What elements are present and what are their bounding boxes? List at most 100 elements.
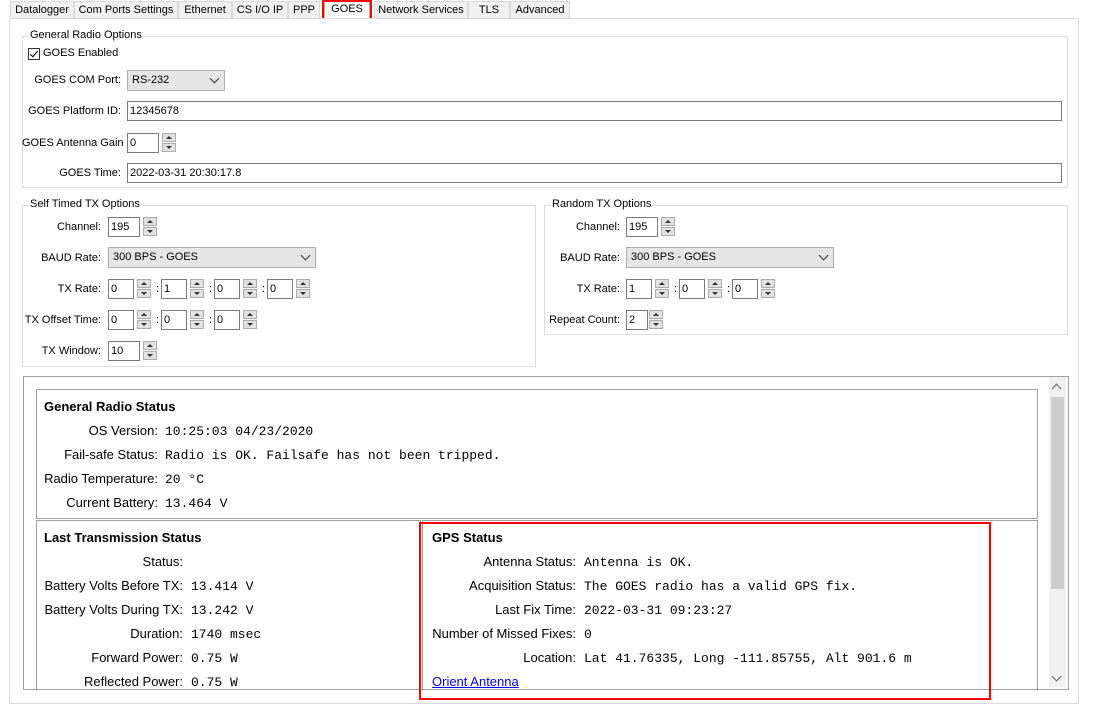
status-label: Forward Power: bbox=[91, 650, 183, 665]
status-value: 10:25:03 04/23/2020 bbox=[165, 424, 314, 439]
antenna-gain-spinner[interactable] bbox=[162, 133, 176, 153]
st-channel-label: Channel: bbox=[56, 221, 101, 233]
colon-separator: : bbox=[209, 283, 213, 295]
rt-tx-rate-label: TX Rate: bbox=[576, 283, 620, 295]
status-label: Status: bbox=[142, 554, 183, 569]
goes-enabled-checkbox[interactable] bbox=[28, 48, 40, 60]
tab-ethernet[interactable]: Ethernet bbox=[178, 1, 232, 19]
com-port-value: RS-232 bbox=[132, 74, 170, 86]
status-label: OS Version: bbox=[88, 423, 158, 438]
tab-ppp[interactable]: PPP bbox=[288, 1, 320, 19]
tab-datalogger[interactable]: Datalogger bbox=[10, 1, 74, 19]
tab-advanced[interactable]: Advanced bbox=[510, 1, 570, 19]
st-tx-offset-minutes[interactable]: 0 bbox=[161, 310, 187, 330]
colon-separator: : bbox=[156, 283, 160, 295]
colon-separator: : bbox=[727, 283, 731, 295]
scrollbar-thumb[interactable] bbox=[1051, 397, 1064, 589]
status-value: 13.242 V bbox=[191, 603, 254, 618]
rt-baud-value: 300 BPS - GOES bbox=[631, 251, 716, 263]
st-tx-window-input[interactable]: 10 bbox=[108, 341, 140, 361]
status-label: Battery Volts During TX: bbox=[44, 602, 184, 617]
colon-separator: : bbox=[674, 283, 678, 295]
st-tx-rate-hours-spinner[interactable] bbox=[190, 279, 204, 299]
status-value: 0.75 W bbox=[191, 651, 238, 666]
antenna-gain-input[interactable]: 0 bbox=[127, 133, 159, 153]
rt-channel-input[interactable]: 195 bbox=[626, 217, 658, 237]
status-value: 0.75 W bbox=[191, 675, 238, 690]
st-tx-offset-label: TX Offset Time: bbox=[24, 314, 101, 326]
st-tx-rate-minutes[interactable]: 0 bbox=[214, 279, 240, 299]
status-scrollbar[interactable] bbox=[1049, 377, 1066, 687]
rt-channel-spinner[interactable] bbox=[661, 217, 675, 237]
status-value: 20 °C bbox=[165, 472, 205, 487]
goes-enabled-label: GOES Enabled bbox=[43, 47, 119, 59]
rt-tx-rate-hours-spinner[interactable] bbox=[655, 279, 669, 299]
rt-tx-rate-minutes[interactable]: 0 bbox=[679, 279, 705, 299]
group-title: Self Timed TX Options bbox=[29, 198, 141, 210]
st-tx-rate-minutes-spinner[interactable] bbox=[243, 279, 257, 299]
colon-separator: : bbox=[209, 314, 213, 326]
st-tx-offset-hours-spinner[interactable] bbox=[137, 310, 151, 330]
random-tx-group: Random TX Options bbox=[544, 198, 1068, 335]
rt-channel-label: Channel: bbox=[575, 221, 620, 233]
st-tx-rate-seconds[interactable]: 0 bbox=[267, 279, 293, 299]
colon-separator: : bbox=[156, 314, 160, 326]
st-tx-window-label: TX Window: bbox=[41, 345, 101, 357]
group-title: Random TX Options bbox=[551, 198, 653, 210]
rt-baud-select[interactable]: 300 BPS - GOES bbox=[626, 247, 834, 268]
rt-tx-rate-hours[interactable]: 1 bbox=[626, 279, 652, 299]
st-tx-offset-seconds[interactable]: 0 bbox=[214, 310, 240, 330]
com-port-select[interactable]: RS-232 bbox=[127, 70, 225, 91]
general-radio-status-title: General Radio Status bbox=[44, 399, 176, 414]
st-tx-rate-hours[interactable]: 1 bbox=[161, 279, 187, 299]
st-baud-value: 300 BPS - GOES bbox=[113, 251, 198, 263]
antenna-gain-label: GOES Antenna Gain bbox=[22, 137, 124, 149]
status-label: Duration: bbox=[130, 626, 183, 641]
st-channel-spinner[interactable] bbox=[143, 217, 157, 237]
rt-tx-rate-minutes-spinner[interactable] bbox=[708, 279, 722, 299]
rt-repeat-input[interactable]: 2 bbox=[626, 310, 648, 330]
rt-baud-label: BAUD Rate: bbox=[560, 252, 620, 264]
rt-repeat-label: Repeat Count: bbox=[549, 314, 620, 326]
status-value: 1740 msec bbox=[191, 627, 262, 642]
scroll-down-icon[interactable] bbox=[1051, 671, 1062, 682]
scroll-up-icon[interactable] bbox=[1051, 383, 1062, 394]
goes-time-label: GOES Time: bbox=[59, 167, 121, 179]
status-value: 13.414 V bbox=[191, 579, 254, 594]
tab-cs-io-ip[interactable]: CS I/O IP bbox=[232, 1, 288, 19]
st-tx-offset-seconds-spinner[interactable] bbox=[243, 310, 257, 330]
group-title: General Radio Options bbox=[29, 29, 143, 41]
gps-status-highlight bbox=[419, 522, 991, 700]
st-baud-select[interactable]: 300 BPS - GOES bbox=[108, 247, 316, 268]
chevron-down-icon bbox=[818, 250, 829, 261]
goes-time-input[interactable]: 2022-03-31 20:30:17.8 bbox=[127, 163, 1062, 183]
rt-repeat-spinner[interactable] bbox=[649, 310, 663, 330]
chevron-down-icon bbox=[209, 73, 220, 84]
last-transmission-status-title: Last Transmission Status bbox=[44, 530, 202, 545]
st-tx-offset-minutes-spinner[interactable] bbox=[190, 310, 204, 330]
st-tx-offset-hours[interactable]: 0 bbox=[108, 310, 134, 330]
status-label: Reflected Power: bbox=[84, 674, 183, 689]
status-value: Radio is OK. Failsafe has not been tripp… bbox=[165, 448, 501, 463]
status-label: Battery Volts Before TX: bbox=[44, 578, 184, 593]
st-tx-window-spinner[interactable] bbox=[143, 341, 157, 361]
status-label: Fail-safe Status: bbox=[64, 447, 158, 462]
rt-tx-rate-seconds[interactable]: 0 bbox=[732, 279, 758, 299]
status-value: 13.464 V bbox=[165, 496, 228, 511]
tab-strip: Datalogger Com Ports Settings Ethernet C… bbox=[0, 0, 1094, 21]
tab-network-services[interactable]: Network Services bbox=[374, 1, 468, 19]
status-label: Radio Temperature: bbox=[44, 471, 158, 486]
last-transmission-status-panel: Last Transmission Status Status: Battery… bbox=[36, 520, 421, 690]
st-tx-rate-seconds-spinner[interactable] bbox=[296, 279, 310, 299]
st-tx-rate-label: TX Rate: bbox=[57, 283, 101, 295]
general-radio-status-panel: General Radio Status OS Version: 10:25:0… bbox=[36, 389, 1038, 519]
chevron-down-icon bbox=[300, 250, 311, 261]
st-channel-input[interactable]: 195 bbox=[108, 217, 140, 237]
st-tx-rate-days-spinner[interactable] bbox=[137, 279, 151, 299]
rt-tx-rate-seconds-spinner[interactable] bbox=[761, 279, 775, 299]
tab-com-ports-settings[interactable]: Com Ports Settings bbox=[74, 1, 178, 19]
platform-id-input[interactable]: 12345678 bbox=[127, 101, 1062, 121]
status-label: Current Battery: bbox=[66, 495, 158, 510]
tab-tls[interactable]: TLS bbox=[468, 1, 510, 19]
st-tx-rate-days[interactable]: 0 bbox=[108, 279, 134, 299]
